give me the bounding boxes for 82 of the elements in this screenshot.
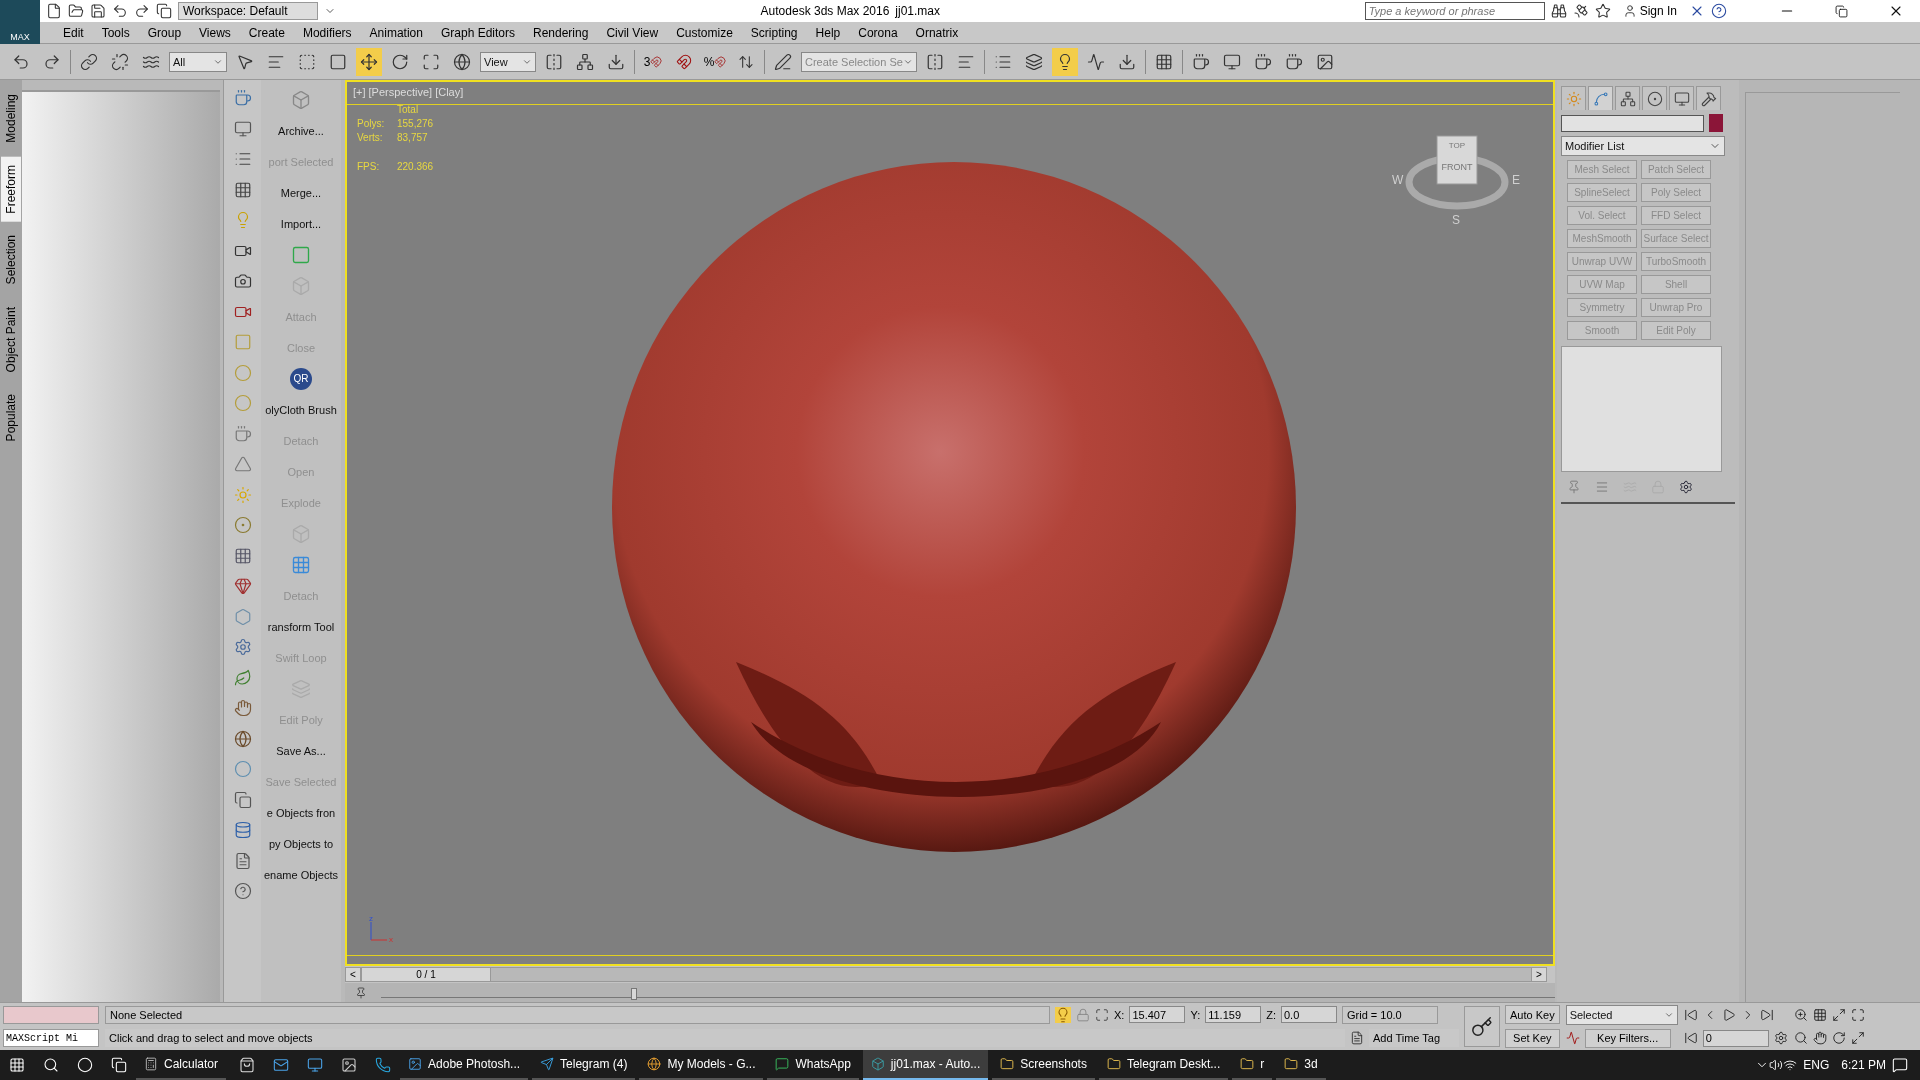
compass-label: E (1512, 173, 1520, 187)
workspace-dropdown[interactable]: Workspace: Default (178, 2, 318, 20)
command-button[interactable]: olyCloth Brush (261, 394, 341, 425)
key-filters-button[interactable]: Key Filters... (1584, 1028, 1671, 1048)
x-coordinate-field[interactable]: 15.407 (1129, 1006, 1186, 1024)
y-coordinate-field[interactable]: 11.159 (1205, 1006, 1262, 1024)
menu-item[interactable]: Modifiers (293, 25, 361, 40)
add-time-tag[interactable]: Add Time Tag (1369, 1029, 1459, 1048)
file-name: jj01.max (895, 4, 941, 18)
stat-value: 220.366 (397, 161, 434, 172)
menu-item[interactable]: Corona (849, 25, 907, 40)
menu-item[interactable]: Tools (92, 25, 139, 40)
menu-item[interactable]: Help (806, 25, 850, 40)
menu-item[interactable]: Animation (360, 25, 432, 40)
command-button[interactable]: Save As... (261, 735, 341, 766)
percent-snap-button[interactable]: % (702, 47, 728, 76)
command-button[interactable]: ransform Tool (261, 611, 341, 642)
taskbar-app[interactable]: Telegram (4) (532, 1050, 636, 1080)
command-button[interactable]: e Objects fron (261, 797, 341, 828)
menu-item[interactable]: Graph Editors (431, 25, 524, 40)
previous-frame-button[interactable]: < (345, 967, 361, 982)
menu-item[interactable]: Rendering (524, 25, 598, 40)
next-frame-button[interactable]: > (1531, 967, 1547, 982)
selection-status: None Selected (105, 1005, 1050, 1024)
command-button[interactable]: Archive... (261, 115, 341, 146)
language-indicator[interactable]: ENG (1797, 1058, 1836, 1072)
menu-item[interactable]: Edit (54, 25, 93, 40)
stat-label: FPS: (357, 161, 381, 172)
time-slider-track[interactable]: 0 / 1 (361, 967, 1531, 982)
taskbar-app[interactable]: Telegram Deskt... (1098, 1050, 1229, 1080)
command-button[interactable]: Import... (261, 208, 341, 239)
compass-label: S (1452, 213, 1460, 227)
menu-item[interactable]: Ornatrix (906, 25, 968, 40)
reference-coordinate-dropdown[interactable]: View (480, 51, 536, 72)
taskbar-app[interactable]: Screenshots (992, 1050, 1095, 1080)
taskbar-app[interactable]: My Models - G... (639, 1050, 764, 1080)
stat-value: 155,276 (397, 118, 434, 129)
clock[interactable]: 6:21 PM (1835, 1058, 1892, 1072)
stat-label: Verts: (357, 132, 384, 143)
x-label: X: (1114, 1008, 1125, 1021)
taskbar-app[interactable]: jj01.max - Auto... (862, 1050, 989, 1080)
current-frame-field[interactable]: 0 (1702, 1029, 1769, 1047)
command-button[interactable]: py Objects to (261, 828, 341, 859)
z-coordinate-field[interactable]: 0.0 (1281, 1006, 1337, 1024)
menu-item[interactable]: Customize (667, 25, 742, 40)
z-label: Z: (1266, 1008, 1276, 1021)
ribbon-tab[interactable]: Modeling (1, 86, 21, 151)
menu-item[interactable]: Group (138, 25, 191, 40)
key-mode-dropdown[interactable]: Selected (1565, 1004, 1678, 1025)
menu-item[interactable]: Views (190, 25, 240, 40)
time-slider-thumb[interactable]: 0 / 1 (361, 968, 491, 981)
selection-filter-dropdown[interactable]: All (169, 51, 227, 72)
menu-item[interactable]: Civil View (597, 25, 668, 40)
command-button[interactable]: Merge... (261, 177, 341, 208)
grid-status: Grid = 10.0 (1342, 1005, 1438, 1024)
taskbar-app[interactable]: Calculator (136, 1050, 227, 1080)
set-key-button[interactable]: Set Key (1505, 1028, 1560, 1048)
taskbar-app[interactable]: r (1232, 1050, 1273, 1080)
y-label: Y: (1190, 1008, 1201, 1021)
menu-item[interactable]: Scripting (741, 25, 807, 40)
search-field[interactable]: Type a keyword or phrase (1364, 2, 1545, 20)
stat-label: Polys: (357, 118, 386, 129)
sign-in-button[interactable]: Sign In (1616, 3, 1683, 19)
compass-label: W (1392, 173, 1404, 187)
quad-remesher-button[interactable]: QR (290, 367, 312, 390)
app-menu-button[interactable]: MAX (0, 0, 40, 44)
ribbon-tab[interactable]: Object Paint (1, 298, 21, 381)
ribbon-tab[interactable]: Populate (1, 386, 21, 450)
ribbon-tab[interactable]: Selection (1, 227, 21, 293)
taskbar-app[interactable]: Adobe Photosh... (400, 1050, 529, 1080)
window-title: Autodesk 3ds Max 2016 (760, 4, 890, 18)
stats-header: Total (397, 104, 420, 115)
menu-item[interactable]: Create (239, 25, 294, 40)
stat-value: 83,757 (397, 132, 429, 143)
auto-key-button[interactable]: Auto Key (1505, 1005, 1560, 1025)
command-button[interactable]: ename Objects (261, 859, 341, 890)
taskbar-app[interactable]: WhatsApp (767, 1050, 859, 1080)
maxscript-mini-field[interactable]: MAXScript Mi (3, 1029, 99, 1048)
ribbon-tab[interactable]: Freeform (1, 156, 21, 222)
modifier-list-dropdown[interactable]: Modifier List (1561, 136, 1725, 156)
snap-toggle-button[interactable]: 3 (640, 47, 666, 76)
taskbar-app[interactable]: 3d (1276, 1050, 1326, 1080)
